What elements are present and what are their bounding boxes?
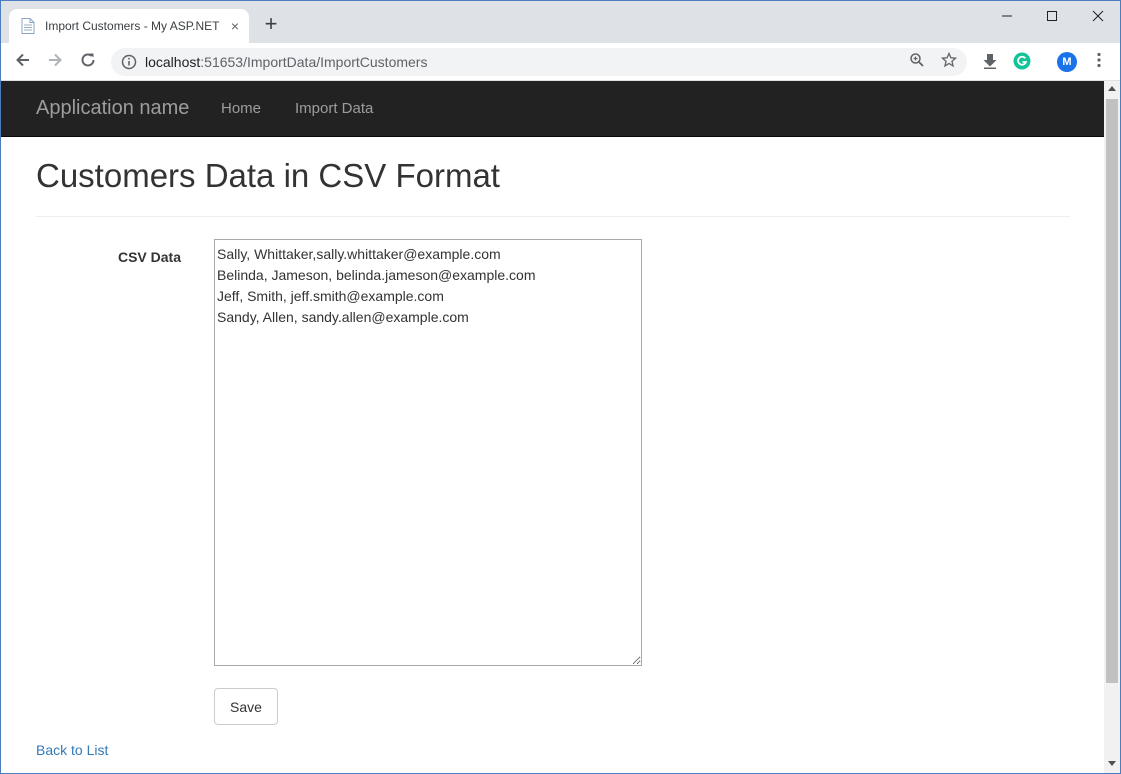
nav-link-home[interactable]: Home — [221, 100, 261, 117]
zoom-icon[interactable] — [907, 52, 927, 72]
window-close-icon[interactable] — [1088, 7, 1108, 27]
tab-close-icon[interactable]: × — [231, 18, 239, 34]
reload-icon[interactable] — [77, 51, 99, 73]
scroll-up-icon[interactable] — [1104, 81, 1120, 97]
minimize-icon[interactable] — [997, 7, 1017, 27]
url-path: :51653/ImportData/ImportCustomers — [200, 54, 428, 70]
vertical-scrollbar[interactable] — [1104, 81, 1120, 773]
star-icon[interactable] — [939, 51, 959, 72]
profile-avatar[interactable]: M — [1057, 52, 1077, 72]
page-favicon-icon — [21, 18, 35, 34]
tab-title: Import Customers - My ASP.NET — [45, 19, 220, 33]
csv-data-textarea[interactable]: Sally, Whittaker,sally.whittaker@example… — [214, 239, 642, 666]
grammarly-icon[interactable] — [1012, 52, 1032, 72]
url-host: localhost — [145, 54, 201, 70]
browser-tab[interactable]: Import Customers - My ASP.NET × — [9, 9, 249, 43]
kebab-menu-icon[interactable] — [1089, 52, 1109, 72]
back-to-list-link[interactable]: Back to List — [36, 742, 108, 758]
info-icon[interactable] — [119, 52, 139, 72]
browser-window: Import Customers - My ASP.NET × + localh… — [0, 0, 1121, 774]
page-title: Customers Data in CSV Format — [36, 157, 500, 194]
arrow-left-icon[interactable] — [12, 51, 34, 73]
save-button[interactable]: Save — [214, 688, 278, 725]
brand-link[interactable]: Application name — [36, 97, 189, 120]
scrollbar-thumb[interactable] — [1106, 99, 1118, 683]
browser-toolbar: localhost:51653/ImportData/ImportCustome… — [1, 43, 1120, 81]
new-tab-button[interactable]: + — [260, 13, 282, 35]
maximize-icon[interactable] — [1042, 7, 1062, 27]
address-bar[interactable]: localhost:51653/ImportData/ImportCustome… — [111, 48, 967, 76]
tab-strip: Import Customers - My ASP.NET × + — [1, 1, 1120, 43]
download-icon[interactable] — [980, 52, 1000, 72]
divider — [36, 216, 1070, 217]
arrow-right-icon[interactable] — [44, 51, 66, 73]
site-navbar: Application name Home Import Data — [1, 81, 1104, 137]
page-viewport: Application name Home Import Data Custom… — [1, 81, 1104, 773]
csv-data-label: CSV Data — [117, 249, 181, 265]
nav-link-import-data[interactable]: Import Data — [295, 100, 373, 117]
scroll-down-icon[interactable] — [1104, 757, 1120, 773]
